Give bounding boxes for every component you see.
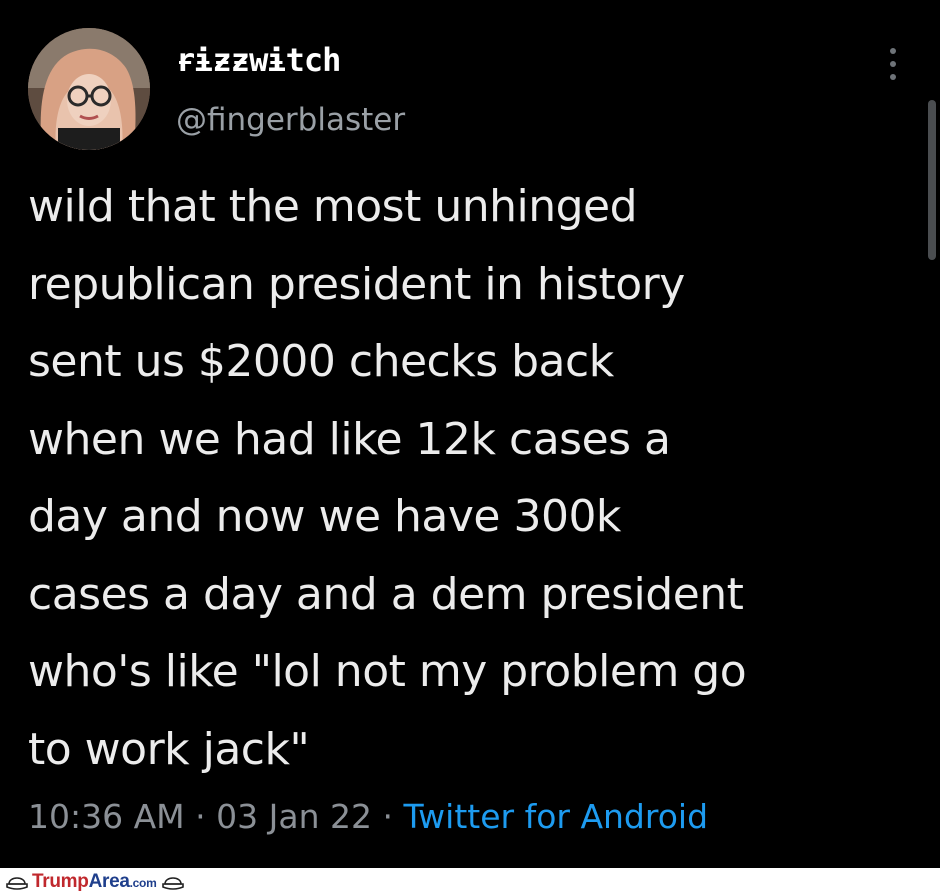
meta-separator: · [382, 797, 393, 836]
avatar[interactable] [28, 28, 150, 150]
tweet-line: cases a day and a dem president [28, 568, 744, 620]
tweet-line: to work jack" [28, 723, 310, 775]
watermark-brand-blue: Area [88, 870, 130, 892]
tweet-line: republican president in history [28, 258, 685, 310]
watermark-logo: TrumpArea.com [32, 870, 157, 893]
tweet-time: 10:36 AM [28, 797, 185, 836]
watermark-bar: TrumpArea.com [0, 868, 940, 895]
tweet-source-link[interactable]: Twitter for Android [403, 797, 708, 836]
dot [890, 74, 896, 80]
profile-photo [28, 28, 150, 150]
tweet-line: when we had like 12k cases a [28, 413, 671, 465]
tweet-text: wild that the most unhinged republican p… [28, 168, 928, 788]
dot [890, 48, 896, 54]
tweet-line: wild that the most unhinged [28, 181, 638, 232]
tweet-line: who's like "lol not my problem go [28, 646, 747, 697]
scrollbar-thumb[interactable] [928, 100, 936, 260]
tweet-line: sent us $2000 checks back [28, 336, 614, 387]
dot [890, 61, 896, 67]
meta-separator: · [195, 797, 206, 836]
tweet-date: 03 Jan 22 [216, 797, 372, 836]
watermark-brand-red: Trump [32, 870, 89, 892]
tweet-meta: 10:36 AM · 03 Jan 22 · Twitter for Andro… [28, 792, 708, 842]
display-name[interactable]: ɍɨƶƶwɨtch [176, 40, 341, 80]
tweet-card: ɍɨƶƶwɨtch @fingerblaster wild that the m… [0, 0, 940, 868]
tweet-line: day and now we have 300k [28, 491, 621, 542]
cap-icon [6, 876, 28, 890]
user-handle[interactable]: @fingerblaster [176, 100, 405, 140]
cap-icon [162, 876, 185, 890]
more-vertical-icon[interactable] [880, 44, 906, 84]
watermark-suffix: .com [129, 875, 157, 890]
